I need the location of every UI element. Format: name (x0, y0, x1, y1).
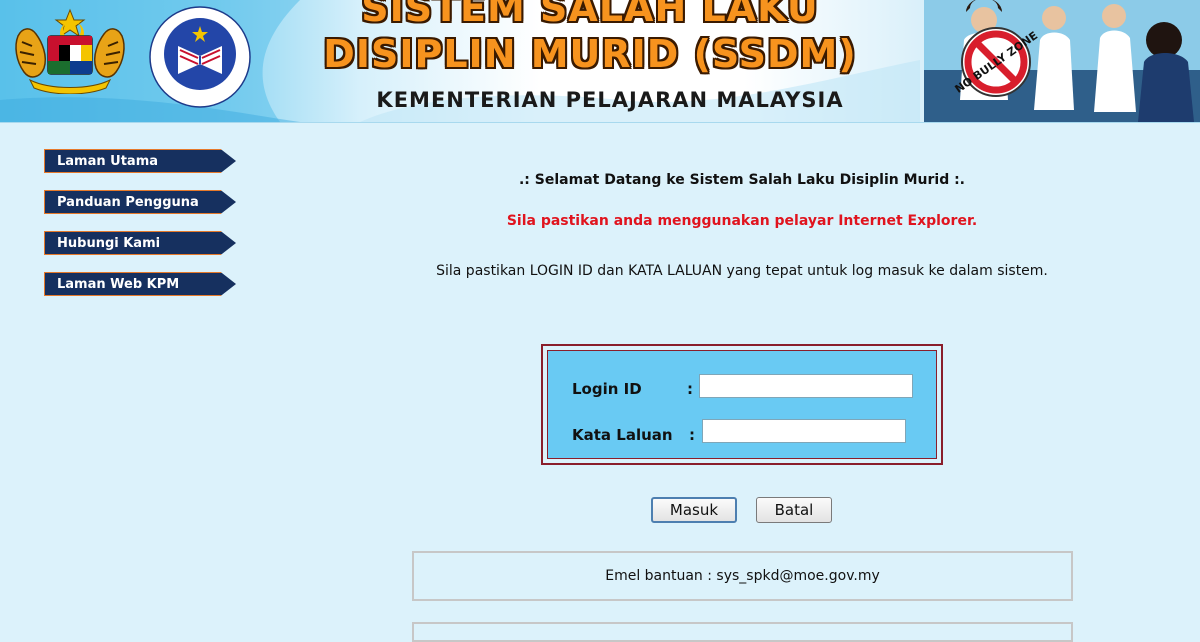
login-form: Login ID : Kata Laluan : (547, 350, 937, 459)
students-photo: NO BULLY ZONE (924, 0, 1200, 122)
login-instruction: Sila pastikan LOGIN ID dan KATA LALUAN y… (436, 263, 1048, 279)
sidebar-item-laman-web-kpm[interactable]: Laman Web KPM (44, 272, 236, 296)
browser-warning: Sila pastikan anda menggunakan pelayar I… (506, 213, 978, 229)
cancel-button[interactable]: Batal (756, 497, 832, 523)
login-panel: Login ID : Kata Laluan : (541, 344, 943, 465)
system-title-line1: SISTEM SALAH LAKU (361, 0, 819, 30)
sidebar-item-label: Panduan Pengguna (57, 195, 199, 210)
password-input[interactable] (702, 419, 906, 443)
sidebar-item-panduan-pengguna[interactable]: Panduan Pengguna (44, 190, 236, 214)
sidebar-item-label: Laman Web KPM (57, 277, 180, 292)
login-id-colon: : (687, 380, 693, 398)
help-email-panel: Emel bantuan : sys_spkd@moe.gov.my (412, 551, 1073, 601)
login-id-label: Login ID (572, 380, 642, 398)
kpm-logo-icon (149, 6, 251, 108)
ministry-name: KEMENTERIAN PELAJARAN MALAYSIA (376, 88, 844, 112)
sidebar-item-laman-utama[interactable]: Laman Utama (44, 149, 236, 173)
coat-of-arms-icon (15, 8, 125, 94)
help-email-text: Emel bantuan : sys_spkd@moe.gov.my (605, 568, 880, 584)
sidebar-nav: Laman Utama Panduan Pengguna Hubungi Kam… (44, 149, 236, 313)
header-banner: SISTEM SALAH LAKU DISIPLIN MURID (SSDM) … (0, 0, 1200, 123)
footer-panel (412, 622, 1073, 642)
system-title-line2: DISIPLIN MURID (SSDM) (323, 32, 857, 76)
login-submit-button[interactable]: Masuk (651, 497, 737, 523)
password-label: Kata Laluan (572, 426, 673, 444)
sidebar-item-hubungi-kami[interactable]: Hubungi Kami (44, 231, 236, 255)
welcome-heading: .: Selamat Datang ke Sistem Salah Laku D… (518, 172, 966, 188)
login-id-input[interactable] (699, 374, 913, 398)
sidebar-item-label: Laman Utama (57, 154, 159, 169)
password-colon: : (689, 426, 695, 444)
sidebar-item-label: Hubungi Kami (57, 236, 161, 251)
